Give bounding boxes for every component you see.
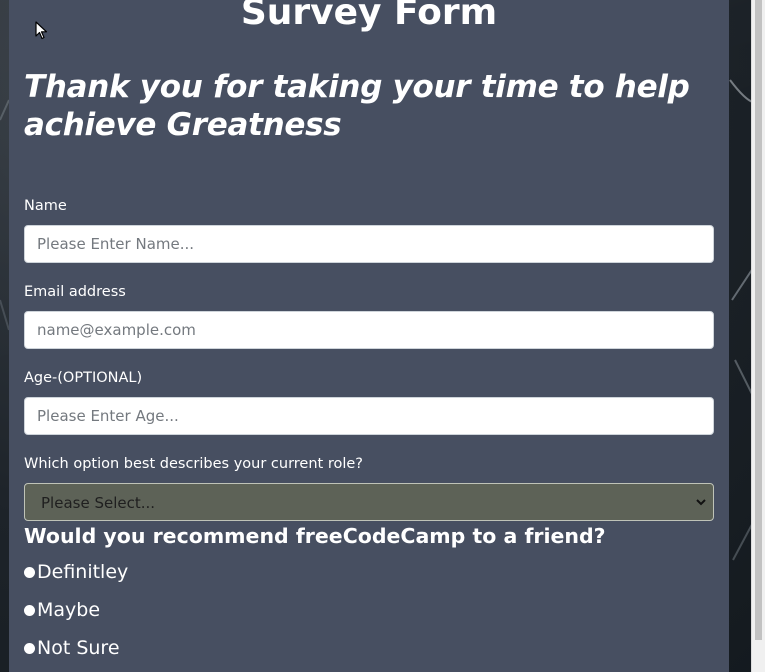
chevron-down-icon <box>696 499 706 506</box>
role-select[interactable]: Please Select... <box>24 483 714 521</box>
radio-button[interactable] <box>24 642 35 654</box>
radio-label: Definitley <box>37 561 129 583</box>
mouse-pointer-icon <box>35 21 48 40</box>
age-input[interactable] <box>24 397 714 435</box>
name-label: Name <box>24 198 67 214</box>
scrollbar-thumb[interactable] <box>755 0 762 640</box>
survey-card: Survey Form Thank you for taking your ti… <box>9 0 729 672</box>
page-scrollbar[interactable] <box>751 0 765 672</box>
radio-label: Not Sure <box>37 637 120 659</box>
role-select-value: Please Select... <box>41 494 156 512</box>
name-input[interactable] <box>24 225 714 263</box>
radio-button[interactable] <box>24 604 35 616</box>
radio-option-not-sure[interactable]: Not Sure <box>24 635 120 661</box>
email-label: Email address <box>24 284 126 300</box>
page-subtitle: Thank you for taking your time to help a… <box>24 69 690 143</box>
recommend-question: Would you recommend freeCodeCamp to a fr… <box>24 524 606 548</box>
radio-option-definitley[interactable]: Definitley <box>24 559 128 585</box>
radio-label: Maybe <box>37 599 101 621</box>
radio-button[interactable] <box>24 566 35 578</box>
radio-option-maybe[interactable]: Maybe <box>24 597 100 623</box>
page-title: Survey Form <box>240 0 498 33</box>
age-label: Age-(OPTIONAL) <box>24 370 143 386</box>
email-input[interactable] <box>24 311 714 349</box>
role-label: Which option best describes your current… <box>24 456 363 472</box>
